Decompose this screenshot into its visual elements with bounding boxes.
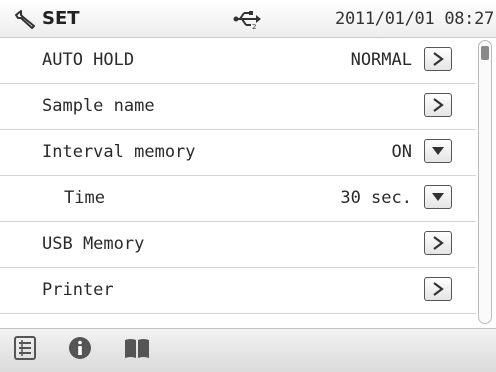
dropdown-icon xyxy=(432,147,444,155)
setting-value: ON xyxy=(391,142,412,162)
setting-label: Time xyxy=(64,188,105,208)
setting-row-sample-name[interactable]: Sample name xyxy=(0,84,476,130)
dropdown-icon xyxy=(432,193,444,201)
setting-row-usb-memory[interactable]: USB Memory xyxy=(0,222,476,268)
setting-label: Sample name xyxy=(42,96,155,116)
usb-memory-arrow-button[interactable] xyxy=(424,231,452,255)
page-title: SET xyxy=(42,8,80,29)
arrow-right-icon xyxy=(433,52,444,66)
footer-toolbar xyxy=(0,328,496,372)
svg-text:2: 2 xyxy=(252,23,256,29)
setting-label: USB Memory xyxy=(42,234,145,254)
setting-row-auto-hold[interactable]: AUTO HOLD NORMAL xyxy=(0,38,476,84)
info-icon[interactable] xyxy=(68,336,92,360)
sample-name-arrow-button[interactable] xyxy=(424,93,452,117)
setting-label: AUTO HOLD xyxy=(42,50,135,70)
arrow-right-icon xyxy=(433,282,444,296)
scroll-thumb[interactable] xyxy=(481,46,489,60)
arrow-right-icon xyxy=(433,236,444,250)
setting-value: 30 sec. xyxy=(340,188,412,208)
header-bar: SET 2 2011/01/01 08:27 xyxy=(0,0,496,38)
usb-icon: 2 xyxy=(233,11,261,29)
setting-row-time[interactable]: Time 30 sec. xyxy=(0,176,476,222)
settings-list: AUTO HOLD NORMAL Sample name Interval me… xyxy=(0,38,476,314)
datetime-display: 2011/01/01 08:27 xyxy=(335,9,494,29)
scrollbar[interactable] xyxy=(478,40,492,324)
setting-row-printer[interactable]: Printer xyxy=(0,268,476,314)
setting-label: Interval memory xyxy=(42,142,196,162)
book-icon[interactable] xyxy=(124,336,150,360)
arrow-right-icon xyxy=(433,98,444,112)
time-dropdown-button[interactable] xyxy=(424,185,452,209)
list-icon[interactable] xyxy=(14,336,36,360)
setting-row-interval-memory[interactable]: Interval memory ON xyxy=(0,130,476,176)
interval-memory-dropdown-button[interactable] xyxy=(424,139,452,163)
setting-label: Printer xyxy=(42,280,114,300)
printer-arrow-button[interactable] xyxy=(424,277,452,301)
wrench-icon xyxy=(15,10,35,29)
setting-value: NORMAL xyxy=(350,50,412,70)
auto-hold-arrow-button[interactable] xyxy=(424,47,452,71)
